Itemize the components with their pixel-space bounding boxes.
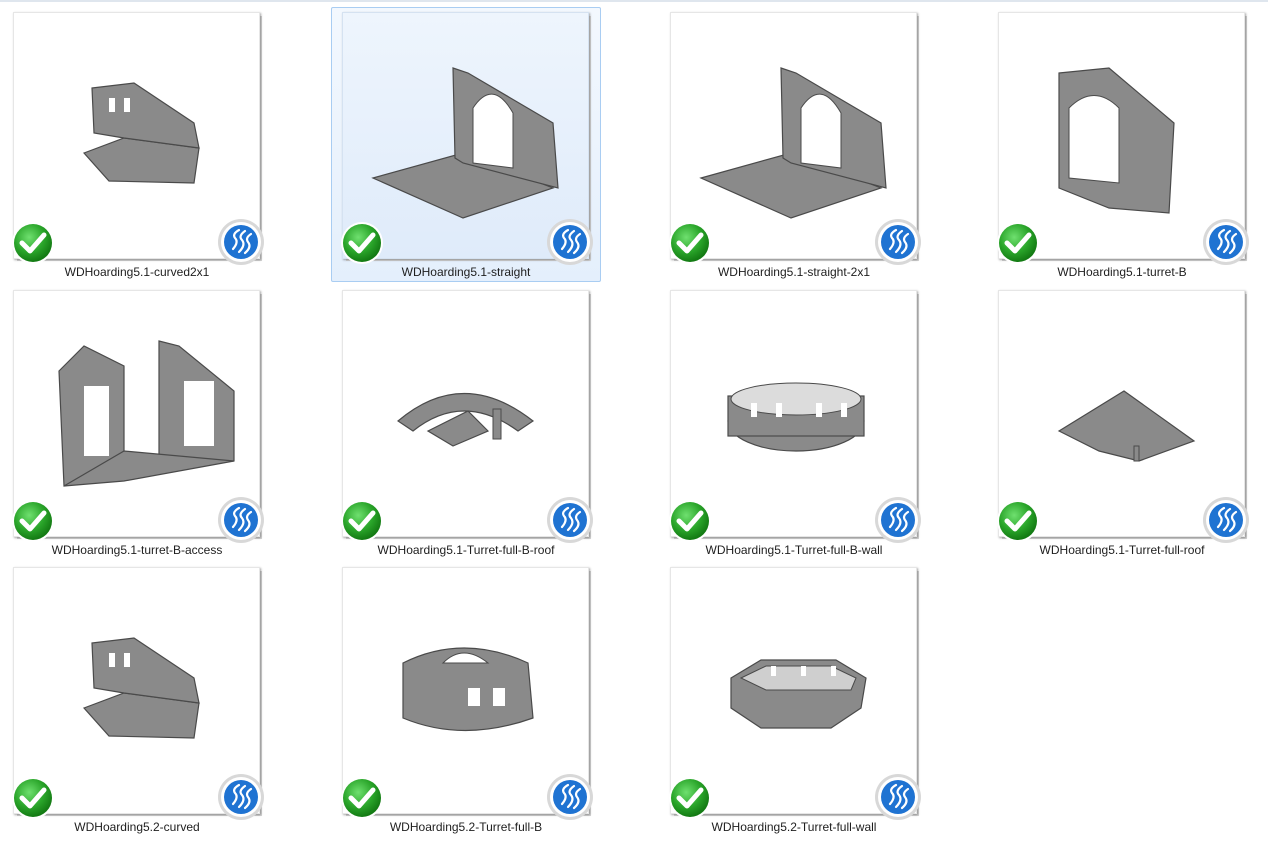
sync-ok-check-icon [341,222,383,264]
file-thumbnail[interactable] [669,290,921,543]
slicer-app-icon [875,219,921,265]
file-thumbnail[interactable] [341,12,593,265]
file-name-label: WDHoarding5.1-Turret-full-B-roof [377,543,555,557]
sync-ok-check-icon [669,500,711,542]
file-item[interactable]: WDHoarding5.1-turret-B-access [2,285,272,560]
file-thumbnail[interactable] [997,12,1249,265]
slicer-app-icon [218,774,264,820]
sync-ok-check-icon [12,222,54,264]
sync-ok-check-icon [997,222,1039,264]
file-name-label: WDHoarding5.2-Turret-full-wall [711,820,877,834]
file-thumbnail[interactable] [12,12,264,265]
file-item[interactable]: WDHoarding5.1-Turret-full-B-wall [659,285,929,560]
slicer-app-icon [547,774,593,820]
file-thumbnail[interactable] [669,567,921,820]
file-name-label: WDHoarding5.2-curved [74,820,200,834]
sync-ok-check-icon [12,500,54,542]
file-thumbnail-grid: WDHoarding5.1-curved2x1 WDHoarding5.1-str… [0,0,1268,848]
sync-ok-check-icon [341,500,383,542]
slicer-app-icon [218,497,264,543]
file-thumbnail[interactable] [12,290,264,543]
file-thumbnail[interactable] [341,567,593,820]
slicer-app-icon [875,497,921,543]
file-name-label: WDHoarding5.1-turret-B [1057,265,1187,279]
slicer-app-icon [1203,219,1249,265]
slicer-app-icon [547,219,593,265]
sync-ok-check-icon [669,777,711,819]
file-name-label: WDHoarding5.1-Turret-full-B-wall [705,543,883,557]
sync-ok-check-icon [12,777,54,819]
file-item[interactable]: WDHoarding5.1-curved2x1 [2,7,272,282]
sync-ok-check-icon [997,500,1039,542]
file-item[interactable]: WDHoarding5.2-Turret-full-B [331,562,601,837]
file-item[interactable]: WDHoarding5.1-Turret-full-roof [987,285,1257,560]
slicer-app-icon [547,497,593,543]
file-thumbnail[interactable] [997,290,1249,543]
file-item[interactable]: WDHoarding5.2-Turret-full-wall [659,562,929,837]
slicer-app-icon [875,774,921,820]
sync-ok-check-icon [669,222,711,264]
file-name-label: WDHoarding5.1-straight-2x1 [717,265,871,279]
file-name-label: WDHoarding5.1-Turret-full-roof [1039,543,1205,557]
file-name-label: WDHoarding5.1-curved2x1 [64,265,210,279]
file-thumbnail[interactable] [12,567,264,820]
file-name-label: WDHoarding5.2-Turret-full-B [389,820,543,834]
file-item[interactable]: WDHoarding5.1-straight-2x1 [659,7,929,282]
file-item[interactable]: WDHoarding5.1-turret-B [987,7,1257,282]
slicer-app-icon [1203,497,1249,543]
slicer-app-icon [218,219,264,265]
sync-ok-check-icon [341,777,383,819]
file-item[interactable]: WDHoarding5.2-curved [2,562,272,837]
file-thumbnail[interactable] [669,12,921,265]
file-item[interactable]: WDHoarding5.1-straight [331,7,601,282]
file-name-label: WDHoarding5.1-straight [401,265,531,279]
file-name-label: WDHoarding5.1-turret-B-access [51,543,223,557]
file-thumbnail[interactable] [341,290,593,543]
file-item[interactable]: WDHoarding5.1-Turret-full-B-roof [331,285,601,560]
